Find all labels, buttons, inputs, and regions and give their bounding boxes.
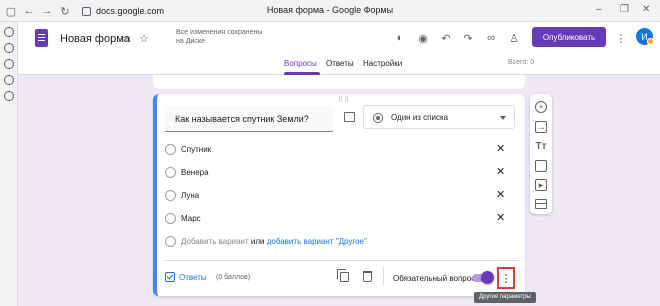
option-row: Марс ✕: [157, 209, 521, 229]
avatar-badge: [647, 38, 654, 45]
site-info-icon[interactable]: [82, 6, 91, 16]
window-menu-icon[interactable]: ▢: [4, 4, 18, 18]
vertical-divider: [383, 267, 384, 285]
add-option-row: Добавить вариант или добавить вариант "Д…: [157, 232, 521, 252]
remove-option-icon[interactable]: ✕: [496, 165, 505, 178]
option-row: Спутник ✕: [157, 140, 521, 160]
option-row: Луна ✕: [157, 186, 521, 206]
or-text: или: [250, 237, 265, 246]
add-other-link[interactable]: добавить вариант "Другое": [267, 237, 367, 246]
close-window-button[interactable]: ✕: [642, 4, 650, 15]
answer-key-button[interactable]: Ответы: [165, 272, 207, 282]
import-questions-icon[interactable]: →: [535, 121, 547, 133]
player-icon[interactable]: [4, 43, 14, 53]
question-card[interactable]: ⠿⠿ Как называется спутник Земли? Один из…: [153, 94, 525, 296]
forward-arrow-icon[interactable]: →: [40, 4, 54, 18]
option-label[interactable]: Марс: [181, 214, 201, 223]
forms-header: Новая форма ▭ ☆ Все изменения сохранены …: [18, 22, 660, 75]
total-points: Всего: 0: [508, 59, 535, 66]
question-type-select[interactable]: Один из списка: [363, 105, 515, 129]
required-toggle-knob[interactable]: [481, 271, 494, 284]
tab-questions[interactable]: Вопросы: [284, 59, 317, 68]
avatar[interactable]: И: [636, 28, 654, 45]
answer-key-icon: [165, 272, 175, 282]
pinned-app-icon[interactable]: [4, 59, 14, 69]
add-option-line: Добавить вариант или добавить вариант "Д…: [181, 237, 367, 246]
palette-icon[interactable]: ◐: [394, 32, 406, 44]
duplicate-icon[interactable]: [337, 269, 349, 282]
undo-icon[interactable]: ↶: [440, 32, 452, 45]
reload-icon[interactable]: ↻: [58, 4, 72, 18]
browser-sidebar: [0, 22, 18, 306]
more-vert-icon[interactable]: ⋮: [615, 32, 627, 45]
add-title-icon[interactable]: Tт: [535, 140, 547, 152]
more-vert-icon: ⋮: [500, 272, 512, 285]
forms-logo-icon[interactable]: [35, 29, 48, 47]
remove-option-icon[interactable]: ✕: [496, 142, 505, 155]
pinned-app-icon[interactable]: [4, 75, 14, 85]
star-icon[interactable]: ☆: [138, 32, 150, 45]
remove-option-icon[interactable]: ✕: [496, 211, 505, 224]
drag-handle-icon[interactable]: ⠿⠿: [338, 96, 350, 104]
add-question-icon[interactable]: +: [535, 101, 547, 113]
more-options-button[interactable]: ⋮: [497, 267, 515, 289]
add-section-icon[interactable]: [535, 199, 547, 209]
tab-responses[interactable]: Ответы: [326, 59, 354, 68]
trash-icon[interactable]: [363, 271, 372, 282]
points-label: (0 баллов): [216, 274, 251, 281]
option-label[interactable]: Спутник: [181, 145, 211, 154]
caret-down-icon: [500, 116, 506, 120]
add-video-icon[interactable]: ▶: [535, 179, 547, 191]
restore-button[interactable]: ❐: [620, 4, 629, 15]
card-divider: [165, 260, 519, 261]
required-label: Обязательный вопрос: [393, 274, 476, 283]
option-row: Венера ✕: [157, 163, 521, 183]
add-image-icon[interactable]: [535, 160, 547, 172]
person-add-icon[interactable]: ♙: [508, 32, 520, 45]
add-option-link[interactable]: Добавить вариант: [181, 237, 249, 246]
answer-key-label: Ответы: [179, 272, 207, 282]
option-label[interactable]: Луна: [181, 191, 199, 200]
radio-icon: [165, 167, 176, 178]
back-arrow-icon[interactable]: ←: [22, 4, 36, 18]
option-label[interactable]: Венера: [181, 168, 209, 177]
eye-icon[interactable]: ◉: [417, 32, 429, 45]
address-bar[interactable]: docs.google.com: [82, 4, 227, 18]
radio-icon: [165, 190, 176, 201]
radio-icon: [165, 144, 176, 155]
link-icon[interactable]: ∞: [485, 32, 497, 44]
folder-icon[interactable]: ▭: [120, 32, 132, 45]
publish-button[interactable]: Опубликовать: [532, 27, 606, 47]
history-icon[interactable]: [4, 27, 14, 37]
minimize-button[interactable]: –: [596, 4, 602, 15]
redo-icon[interactable]: ↷: [462, 32, 474, 45]
question-text-input[interactable]: Как называется спутник Земли?: [165, 106, 333, 132]
pinned-app-icon[interactable]: [4, 91, 14, 101]
previous-card: [153, 75, 525, 89]
tooltip: Другие параметры: [474, 292, 536, 303]
tab-settings[interactable]: Настройки: [363, 59, 402, 68]
floating-toolbar: + → Tт ▶: [530, 94, 552, 214]
radio-button-icon: [373, 113, 383, 123]
url-text: docs.google.com: [96, 6, 165, 16]
radio-icon: [165, 213, 176, 224]
radio-icon: [165, 236, 176, 247]
save-status: Все изменения сохранены на Диске: [176, 29, 263, 45]
question-type-label: Один из списка: [391, 113, 449, 122]
browser-toolbar: ▢ ← → ↻ docs.google.com Новая форма - Go…: [0, 0, 660, 22]
add-image-icon[interactable]: [344, 112, 355, 122]
remove-option-icon[interactable]: ✕: [496, 188, 505, 201]
